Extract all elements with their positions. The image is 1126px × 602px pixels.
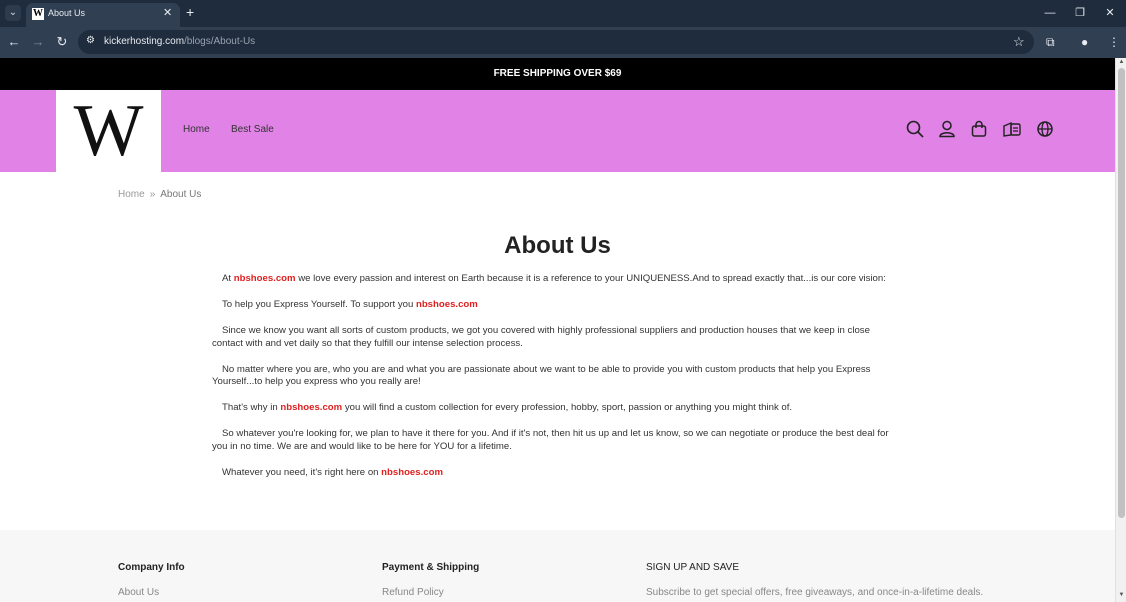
breadcrumb-current: About Us	[160, 189, 202, 200]
site-info-icon[interactable]: ⚙	[86, 35, 95, 46]
back-icon[interactable]: ←	[6, 34, 22, 50]
browser-toolbar: ← → ↻ ⚙ kickerhosting.com/blogs/About-Us…	[0, 27, 1126, 58]
bookmark-star-icon[interactable]: ☆	[1013, 34, 1025, 50]
globe-icon[interactable]	[1035, 119, 1055, 139]
footer-signup-text: Subscribe to get special offers, free gi…	[646, 587, 984, 598]
breadcrumb-separator: »	[149, 189, 156, 200]
search-icon[interactable]	[905, 119, 925, 139]
new-tab-button[interactable]: +	[186, 5, 194, 19]
extensions-icon[interactable]: ⧉	[1046, 34, 1055, 50]
site-footer: Company Info About Us Payment & Shipping…	[0, 530, 1115, 602]
nav-best-sale[interactable]: Best Sale	[231, 124, 274, 135]
scrollbar-thumb[interactable]	[1118, 68, 1125, 518]
paragraph-lifetime: So whatever you're looking for, we plan …	[212, 428, 889, 452]
nav-home[interactable]: Home	[183, 124, 210, 135]
shipping-icon[interactable]	[1002, 119, 1022, 139]
address-bar[interactable]: ⚙ kickerhosting.com/blogs/About-Us ☆	[78, 30, 1034, 54]
forward-icon[interactable]: →	[30, 34, 46, 50]
scroll-up-icon[interactable]: ▲	[1117, 59, 1126, 65]
paragraph-closing: Whatever you need, it's right here on nb…	[222, 466, 443, 478]
site-header: W Home Best Sale	[0, 90, 1115, 172]
page-title: About Us	[504, 232, 611, 259]
tab-search-chevron-icon[interactable]: ⌄	[5, 5, 21, 21]
paragraph-support: To help you Express Yourself. To support…	[222, 298, 478, 310]
web-page: FREE SHIPPING OVER $69 W Home Best Sale …	[0, 58, 1115, 602]
announcement-bar: FREE SHIPPING OVER $69	[0, 58, 1115, 90]
site-logo[interactable]: W	[56, 90, 161, 172]
footer-company-info: Company Info About Us	[118, 562, 185, 598]
browser-tab-strip: ⌄ W About Us ✕ + — ❐ ✕	[0, 0, 1126, 27]
brand-link[interactable]: nbshoes.com	[280, 402, 342, 413]
breadcrumb: Home » About Us	[118, 189, 201, 200]
restore-icon[interactable]: ❐	[1072, 6, 1088, 20]
breadcrumb-home-link[interactable]: Home	[118, 189, 145, 200]
tab-favicon: W	[32, 8, 44, 20]
paragraph-vision: At nbshoes.com we love every passion and…	[222, 273, 886, 284]
scroll-down-icon[interactable]: ▼	[1117, 592, 1126, 598]
paragraph-collection: That's why in nbshoes.com you will find …	[222, 402, 793, 414]
footer-link-about-us[interactable]: About Us	[118, 587, 185, 598]
reload-icon[interactable]: ↻	[54, 34, 70, 50]
footer-heading: Company Info	[118, 562, 185, 573]
about-content: At nbshoes.com we love every passion and…	[212, 273, 902, 493]
footer-link-refund-policy[interactable]: Refund Policy	[382, 587, 479, 598]
footer-heading: SIGN UP AND SAVE	[646, 562, 739, 573]
menu-kebab-icon[interactable]: ⋮	[1108, 34, 1120, 50]
footer-payment-shipping: Payment & Shipping Refund Policy	[382, 562, 479, 598]
footer-signup: SIGN UP AND SAVE Subscribe to get specia…	[646, 562, 983, 598]
browser-tab[interactable]: W About Us ✕	[26, 3, 180, 27]
paragraph-express: No matter where you are, who you are and…	[212, 363, 871, 388]
paragraph-suppliers: Since we know you want all sorts of cust…	[212, 324, 870, 349]
brand-link[interactable]: nbshoes.com	[381, 467, 443, 478]
tab-title: About Us	[48, 8, 86, 18]
brand-link[interactable]: nbshoes.com	[234, 273, 296, 284]
account-icon[interactable]	[937, 119, 957, 139]
page-scrollbar[interactable]: ▲ ▼	[1115, 58, 1126, 602]
brand-link[interactable]: nbshoes.com	[416, 299, 478, 310]
window-close-icon[interactable]: ✕	[1102, 6, 1118, 20]
logo-letter: W	[73, 90, 144, 172]
url-text[interactable]: kickerhosting.com/blogs/About-Us	[104, 36, 255, 47]
minimize-icon[interactable]: —	[1042, 6, 1058, 20]
tab-close-icon[interactable]: ✕	[163, 7, 172, 19]
cart-icon[interactable]	[969, 119, 989, 139]
profile-icon[interactable]: ●	[1081, 34, 1088, 50]
footer-heading: Payment & Shipping	[382, 562, 480, 573]
